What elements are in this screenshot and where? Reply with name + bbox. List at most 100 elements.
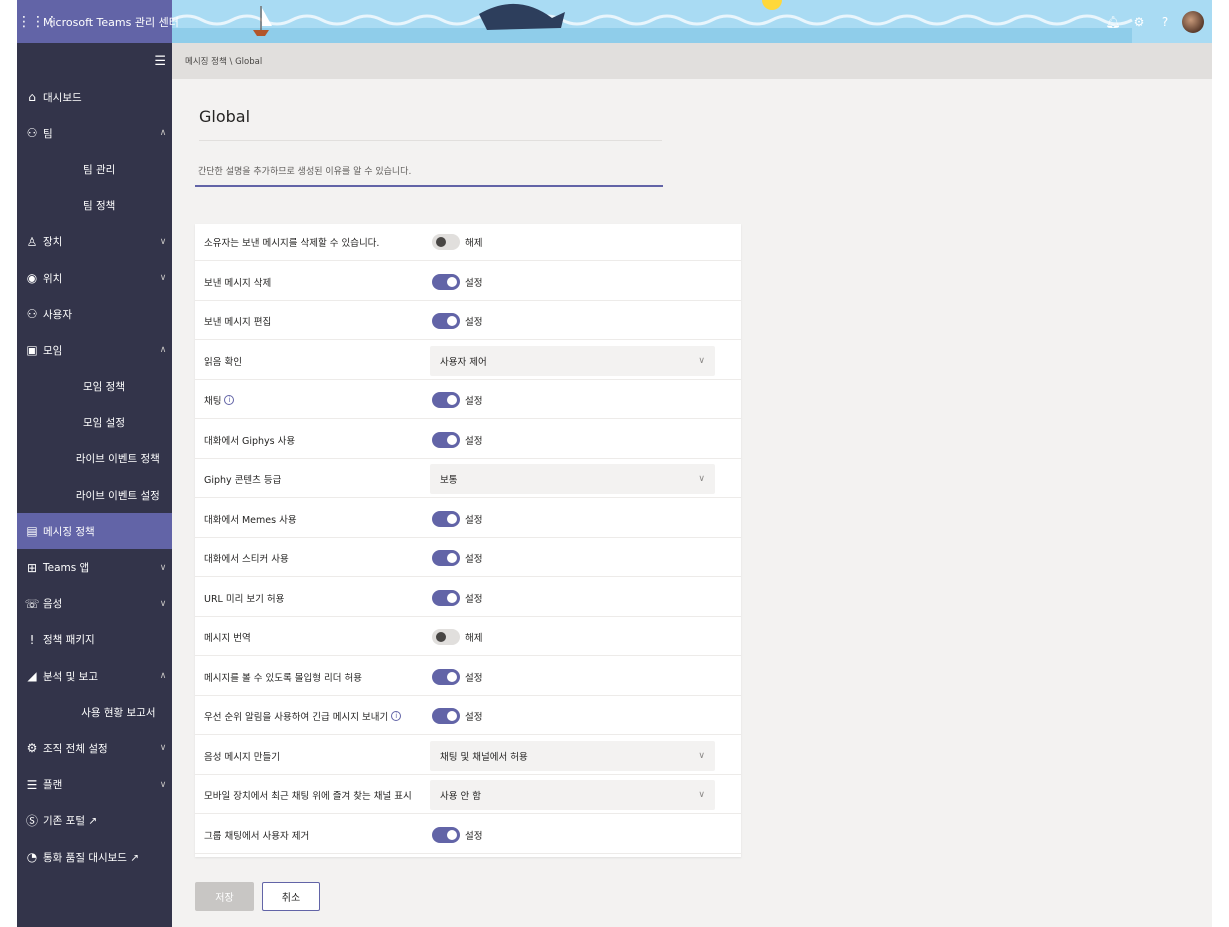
setting-toggle[interactable] — [432, 510, 460, 527]
top-banner: ⋮⋮⋮ Microsoft Teams 관리 센터 🔔︎ ⚙ ? — [17, 0, 1212, 43]
chevron-down-icon: ∨ — [698, 355, 705, 366]
setting-toggle[interactable] — [432, 234, 460, 250]
sidebar-item-label: 라이브 이벤트 설정 — [75, 489, 160, 502]
info-icon[interactable]: i — [391, 711, 402, 721]
setting-toggle[interactable] — [432, 550, 460, 566]
sidebar-item-label: 모임 — [43, 344, 63, 357]
sidebar-item-policy-packages[interactable]: ! 정책 패키지 — [17, 622, 172, 658]
setting-label-text: 읽음 확인 — [204, 356, 242, 368]
setting-toggle[interactable] — [432, 668, 460, 685]
toggle-knob — [436, 632, 446, 642]
chevron-down-icon: ∨ — [698, 790, 705, 800]
sidebar-item-meeting-settings[interactable]: 모임 설정 — [17, 405, 172, 441]
setting-toggle[interactable] — [432, 629, 460, 645]
sidebar-item-locations[interactable]: ◉ 위치 ∨ — [17, 260, 172, 296]
sidebar-item-analytics[interactable]: ◢ 분석 및 보고 ∧ — [17, 658, 172, 694]
setting-row: 대화에서 Memes 사용 설정 — [195, 501, 741, 538]
setting-dropdown[interactable]: 사용 안 함 ∨ — [430, 780, 715, 810]
toggle-state-label: 설정 — [465, 396, 483, 407]
setting-toggle[interactable] — [432, 392, 460, 408]
chevron-down-icon: ∨ — [159, 273, 167, 284]
toggle-state-label: 설정 — [465, 514, 483, 526]
sidebar-item-teams-policies[interactable]: 팀 정책 — [17, 188, 172, 224]
sidebar-item-live-event-settings[interactable]: 라이브 이벤트 설정 — [17, 477, 172, 513]
sidebar-item-label: 통화 품질 대시보드 ↗ — [43, 851, 140, 864]
info-icon[interactable]: i — [224, 395, 235, 405]
hamburger-icon[interactable]: ☰ — [17, 43, 172, 79]
dropdown-value: 사용자 제어 — [440, 356, 487, 368]
setting-row: 우선 순위 알림을 사용하여 긴급 메시지 보내기 i 설정 — [195, 698, 741, 735]
sidebar-item-org-settings[interactable]: ⚙ 조직 전체 설정 ∨ — [17, 730, 172, 766]
title-divider — [199, 140, 662, 141]
sidebar-item-label: 위치 — [43, 272, 63, 285]
sidebar-item-usage-reports[interactable]: 사용 현황 보고서 — [17, 694, 172, 730]
toggle-knob — [447, 829, 457, 840]
admin-center-window: ⋮⋮⋮ Microsoft Teams 관리 센터 🔔︎ ⚙ ? ☰ ⌂ 대시보드… — [17, 0, 1212, 927]
setting-row: 음성 메시지 만들기 채팅 및 채널에서 허용 ∨ — [195, 738, 741, 775]
setting-row: 보낸 메시지 편집 설정 — [195, 303, 741, 340]
setting-dropdown[interactable]: 채팅 및 채널에서 허용 ∨ — [430, 740, 715, 771]
save-button[interactable]: 저장 — [195, 882, 254, 911]
setting-toggle[interactable] — [432, 589, 460, 606]
banner-illustration — [17, 0, 1212, 43]
toggle-knob — [447, 553, 457, 563]
teams-icon: ⚇ — [26, 126, 38, 141]
setting-label-text: 소유자는 보낸 메시지를 삭제할 수 있습니다. — [204, 238, 380, 249]
chevron-down-icon: ∨ — [159, 598, 167, 609]
help-icon[interactable]: ? — [1152, 15, 1178, 29]
setting-dropdown[interactable]: 사용자 제어 ∨ — [430, 345, 715, 376]
sidebar-item-meeting-policies[interactable]: 모임 정책 — [17, 369, 172, 405]
sidebar-item-legacy-portal[interactable]: Ⓢ 기존 포털 ↗ — [17, 803, 172, 839]
sidebar-item-live-event-policies[interactable]: 라이브 이벤트 정책 — [17, 441, 172, 477]
sidebar-item-messaging-policies[interactable]: ▤ 메시징 정책 — [17, 513, 172, 550]
home-icon: ⌂ — [28, 90, 36, 105]
setting-label: 우선 순위 알림을 사용하여 긴급 메시지 보내기 i — [204, 709, 402, 723]
toggle-state-label: 설정 — [465, 554, 483, 565]
sidebar-item-label: 음성 — [43, 598, 63, 611]
app-grid-icon[interactable]: ⋮⋮⋮ — [17, 14, 59, 30]
sidebar-item-meetings[interactable]: ▣ 모임 ∧ — [17, 332, 172, 368]
cancel-button[interactable]: 취소 — [262, 882, 320, 911]
avatar[interactable] — [1182, 10, 1204, 33]
setting-toggle[interactable] — [432, 431, 460, 448]
device-icon: ♙ — [26, 234, 38, 249]
setting-label: 보낸 메시지 삭제 — [204, 275, 271, 289]
toggle-knob — [447, 513, 457, 524]
sidebar-item-label: 팀 — [43, 127, 53, 140]
sidebar-item-call-quality[interactable]: ◔ 통화 품질 대시보드 ↗ — [17, 839, 172, 875]
users-icon: ⚇ — [26, 307, 38, 322]
settings-card: 소유자는 보낸 메시지를 삭제할 수 있습니다. 해제 보낸 메시지 삭제 설정 보낸 … — [195, 224, 741, 857]
toggle-state-label: 설정 — [465, 593, 483, 605]
chevron-down-icon: ∨ — [698, 750, 705, 761]
sidebar-item-teams[interactable]: ⚇ 팀 ∧ — [17, 115, 172, 151]
sidebar-item-devices[interactable]: ♙ 장치 ∨ — [17, 224, 172, 260]
package-icon: ! — [29, 632, 35, 647]
gear-icon[interactable]: ⚙ — [1126, 15, 1152, 29]
setting-toggle[interactable] — [432, 708, 460, 724]
setting-row: 그룹 채팅에서 사용자 제거 설정 — [195, 817, 741, 854]
toggle-knob — [447, 395, 457, 405]
sidebar-item-label: 대시보드 — [43, 91, 82, 104]
voice-icon: ☏ — [24, 596, 40, 611]
sidebar-item-dashboard[interactable]: ⌂ 대시보드 — [17, 79, 172, 115]
sidebar-item-teams-apps[interactable]: ⊞ Teams 앱 ∨ — [17, 549, 172, 585]
chevron-up-icon: ∧ — [159, 671, 167, 682]
setting-toggle[interactable] — [432, 826, 460, 843]
sidebar-item-voice[interactable]: ☏ 음성 ∨ — [17, 586, 172, 622]
chevron-down-icon: ∨ — [159, 779, 167, 790]
setting-dropdown[interactable]: 보통 ∨ — [430, 464, 715, 494]
chevron-down-icon: ∨ — [698, 474, 705, 484]
description-input[interactable] — [195, 159, 663, 187]
sidebar-item-teams-manage[interactable]: 팀 관리 — [17, 151, 172, 187]
sidebar-item-users[interactable]: ⚇ 사용자 — [17, 296, 172, 332]
skype-icon: Ⓢ — [25, 814, 38, 829]
sidebar-item-planning[interactable]: ☰ 플랜 ∨ — [17, 767, 172, 803]
gauge-icon: ◔ — [26, 850, 38, 865]
setting-toggle[interactable] — [432, 273, 460, 290]
toggle-knob — [447, 671, 457, 682]
setting-toggle[interactable] — [432, 313, 460, 329]
setting-row: 채팅 i 설정 — [195, 382, 741, 419]
setting-label-text: 그룹 채팅에서 사용자 제거 — [204, 830, 310, 842]
bell-icon[interactable]: 🔔︎ — [1100, 15, 1126, 29]
setting-label-text: 대화에서 스티커 사용 — [204, 554, 289, 565]
